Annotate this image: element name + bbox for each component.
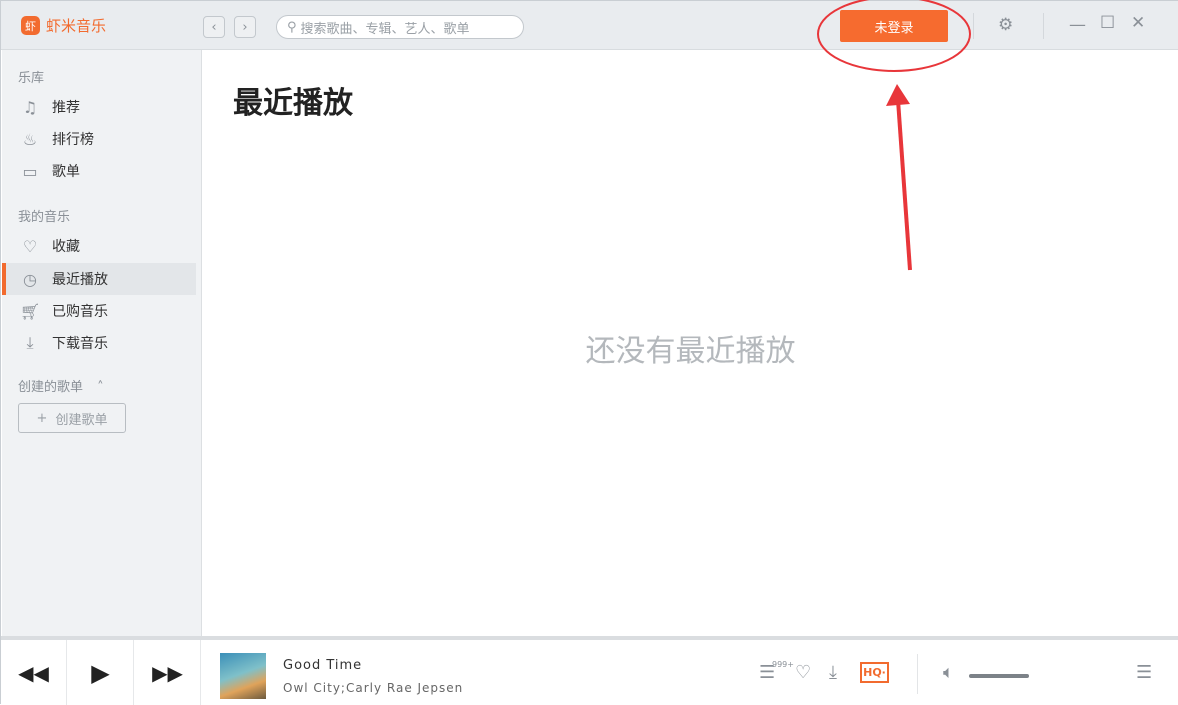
next-button[interactable]: ▶▶ — [135, 640, 201, 705]
section-title: 我的音乐 — [18, 206, 70, 225]
search-icon: ⚲ — [287, 20, 297, 35]
volume-slider[interactable] — [969, 674, 1029, 678]
maximize-icon[interactable]: ☐ — [1100, 13, 1115, 33]
playlist-screen-icon: ▭ — [20, 162, 40, 181]
sidebar-item-label: 推荐 — [52, 97, 80, 117]
minimize-icon[interactable]: — — [1069, 15, 1086, 35]
heart-icon: ♡ — [20, 237, 40, 256]
app-logo[interactable]: 虾虾米音乐 — [21, 15, 106, 36]
create-playlist-button[interactable]: + 创建歌单 — [18, 403, 126, 433]
flame-icon: ♨ — [20, 130, 40, 149]
app-name: 虾米音乐 — [46, 15, 106, 36]
download-icon[interactable]: ⤓ — [829, 662, 837, 683]
previous-button[interactable]: ◀◀ — [1, 640, 67, 705]
sidebar-item-label: 收藏 — [52, 236, 80, 256]
forward-button[interactable]: › — [234, 16, 256, 38]
player-bar: ◀◀ ▶ ▶▶ Good Time Owl City;Carly Rae Jep… — [1, 636, 1178, 705]
quality-selector[interactable]: HQ· — [860, 662, 889, 683]
button-label: 创建歌单 — [55, 409, 107, 428]
divider — [973, 13, 974, 39]
settings-gear-icon[interactable]: ⚙ — [998, 15, 1013, 35]
divider — [917, 654, 918, 694]
login-button[interactable]: 未登录 — [840, 10, 948, 42]
sidebar-item-playlists[interactable]: ▭ 歌单 — [2, 155, 196, 187]
logo-icon: 虾 — [21, 16, 40, 35]
plus-icon: + — [37, 411, 48, 426]
chevron-up-icon[interactable]: ˄ — [97, 380, 104, 395]
cart-icon: 🛒︎ — [20, 302, 40, 321]
sidebar-item-recent[interactable]: ◷ 最近播放 — [2, 263, 196, 295]
app-window: 虾虾米音乐 ‹ › ⚲ 搜索歌曲、专辑、艺人、歌单 未登录 ⚙ — ☐ ✕ 乐库 … — [0, 0, 1178, 704]
artist-name[interactable]: Owl City;Carly Rae Jepsen — [283, 681, 463, 695]
play-button[interactable]: ▶ — [68, 640, 134, 705]
sidebar-item-charts[interactable]: ♨ 排行榜 — [2, 123, 196, 155]
back-button[interactable]: ‹ — [203, 16, 225, 38]
sidebar-item-recommend[interactable]: ♫ 推荐 — [2, 91, 196, 123]
main-content: 最近播放 还没有最近播放 — [203, 50, 1178, 636]
heart-icon[interactable]: ♡ — [795, 662, 811, 683]
section-title: 乐库 — [18, 67, 44, 86]
search-placeholder: 搜索歌曲、专辑、艺人、歌单 — [301, 18, 470, 37]
sidebar-item-label: 排行榜 — [52, 129, 94, 149]
search-input[interactable]: ⚲ 搜索歌曲、专辑、艺人、歌单 — [276, 15, 524, 39]
section-title: 创建的歌单 — [18, 380, 83, 395]
comment-count: 999+ — [772, 660, 794, 669]
sidebar-item-downloads[interactable]: ⤓ 下载音乐 — [2, 327, 196, 359]
close-icon[interactable]: ✕ — [1131, 13, 1145, 33]
sidebar-item-favorites[interactable]: ♡ 收藏 — [2, 230, 196, 262]
song-title[interactable]: Good Time — [283, 658, 362, 673]
sidebar-item-purchased[interactable]: 🛒︎ 已购音乐 — [2, 295, 196, 327]
sidebar-item-label: 最近播放 — [52, 269, 108, 289]
page-title: 最近播放 — [233, 78, 353, 122]
sidebar-item-label: 已购音乐 — [52, 301, 108, 321]
created-playlists-title[interactable]: 创建的歌单 ˄ — [18, 376, 104, 395]
sidebar-item-label: 歌单 — [52, 161, 80, 181]
empty-state-text: 还没有最近播放 — [203, 326, 1178, 370]
sidebar: 乐库 ♫ 推荐 ♨ 排行榜 ▭ 歌单 我的音乐 ♡ 收藏 ◷ 最近播放 🛒︎ 已购音乐 ⤓ 下… — [2, 50, 202, 636]
album-cover[interactable] — [220, 653, 266, 699]
divider — [1043, 13, 1044, 39]
music-note-icon: ♫ — [20, 98, 40, 117]
sidebar-item-label: 下载音乐 — [52, 333, 108, 353]
title-bar: 虾虾米音乐 ‹ › ⚲ 搜索歌曲、专辑、艺人、歌单 未登录 ⚙ — ☐ ✕ — [1, 1, 1178, 50]
volume-icon[interactable]: 🔈︎ — [943, 662, 954, 683]
clock-icon: ◷ — [20, 270, 40, 289]
playlist-icon[interactable]: ☰ — [1136, 662, 1152, 683]
download-icon: ⤓ — [20, 333, 40, 353]
